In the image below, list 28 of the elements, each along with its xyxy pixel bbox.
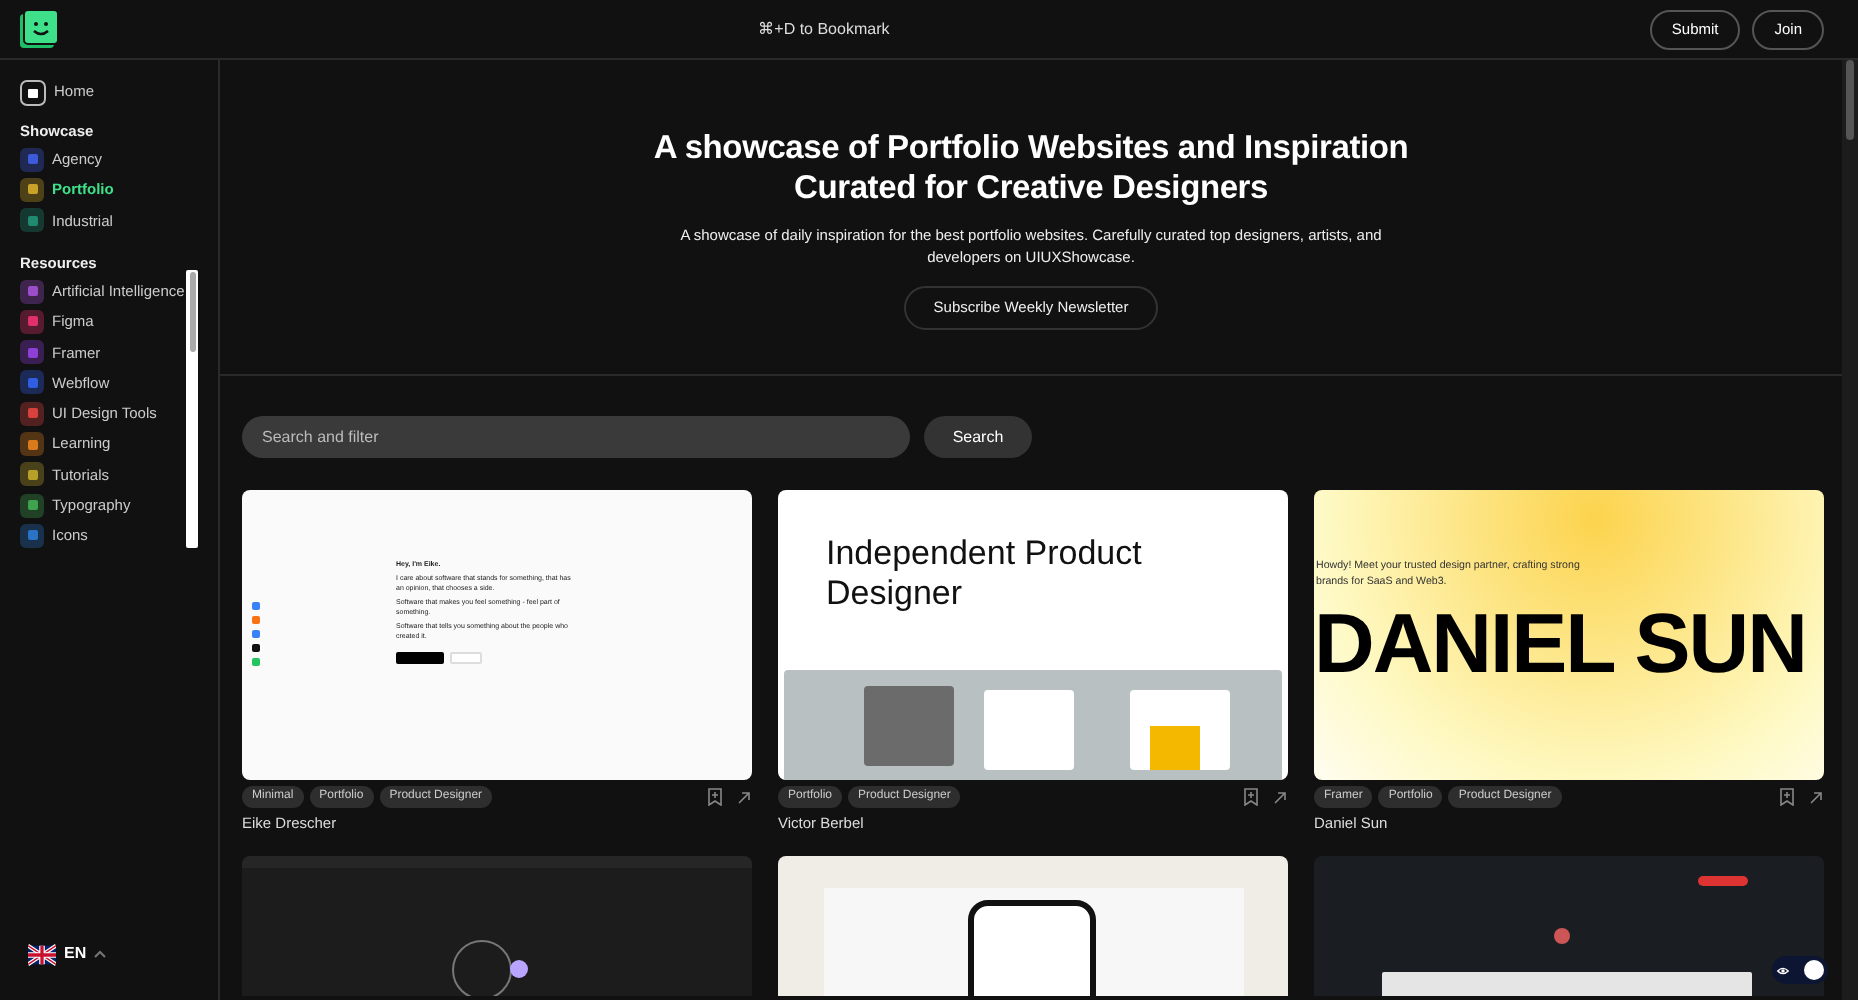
theme-toggle[interactable] bbox=[1772, 956, 1828, 984]
language-selector[interactable]: EN bbox=[64, 942, 87, 966]
search-field[interactable]: Search and filter bbox=[242, 416, 910, 458]
external-link-icon[interactable] bbox=[738, 791, 750, 803]
preview-button bbox=[1698, 876, 1748, 886]
hero-title: A showcase of Portfolio Websites and Inspiration Curated for Creative Designers bbox=[651, 128, 1411, 208]
smiley-logo-icon[interactable] bbox=[20, 10, 58, 48]
external-link-icon[interactable] bbox=[1274, 791, 1286, 803]
chevron-up-icon bbox=[94, 950, 107, 958]
preview-heading: Independent Product Designer bbox=[826, 534, 1144, 614]
bookmark-add-icon[interactable] bbox=[1244, 788, 1258, 806]
preview-heading: DANIEL SUN bbox=[1314, 598, 1806, 690]
website-preview[interactable] bbox=[778, 856, 1288, 996]
external-link-icon[interactable] bbox=[1810, 791, 1822, 803]
preview-button bbox=[396, 652, 444, 664]
preview-button bbox=[450, 652, 482, 664]
bookmark-hint: ⌘+D to Bookmark bbox=[758, 17, 890, 41]
preview-avatar bbox=[1554, 928, 1570, 944]
bookmark-add-icon[interactable] bbox=[1780, 788, 1794, 806]
scrollbar-thumb[interactable] bbox=[1846, 60, 1854, 140]
bookmark-add-icon[interactable] bbox=[708, 788, 722, 806]
uk-flag-icon bbox=[28, 943, 56, 965]
home-icon bbox=[20, 79, 46, 105]
website-preview[interactable] bbox=[1314, 856, 1824, 996]
eye-icon bbox=[1776, 963, 1790, 977]
scrollbar-thumb[interactable] bbox=[189, 272, 195, 352]
website-preview[interactable]: Independent Product Designer bbox=[778, 490, 1288, 780]
search-button[interactable]: Search bbox=[924, 416, 1032, 458]
